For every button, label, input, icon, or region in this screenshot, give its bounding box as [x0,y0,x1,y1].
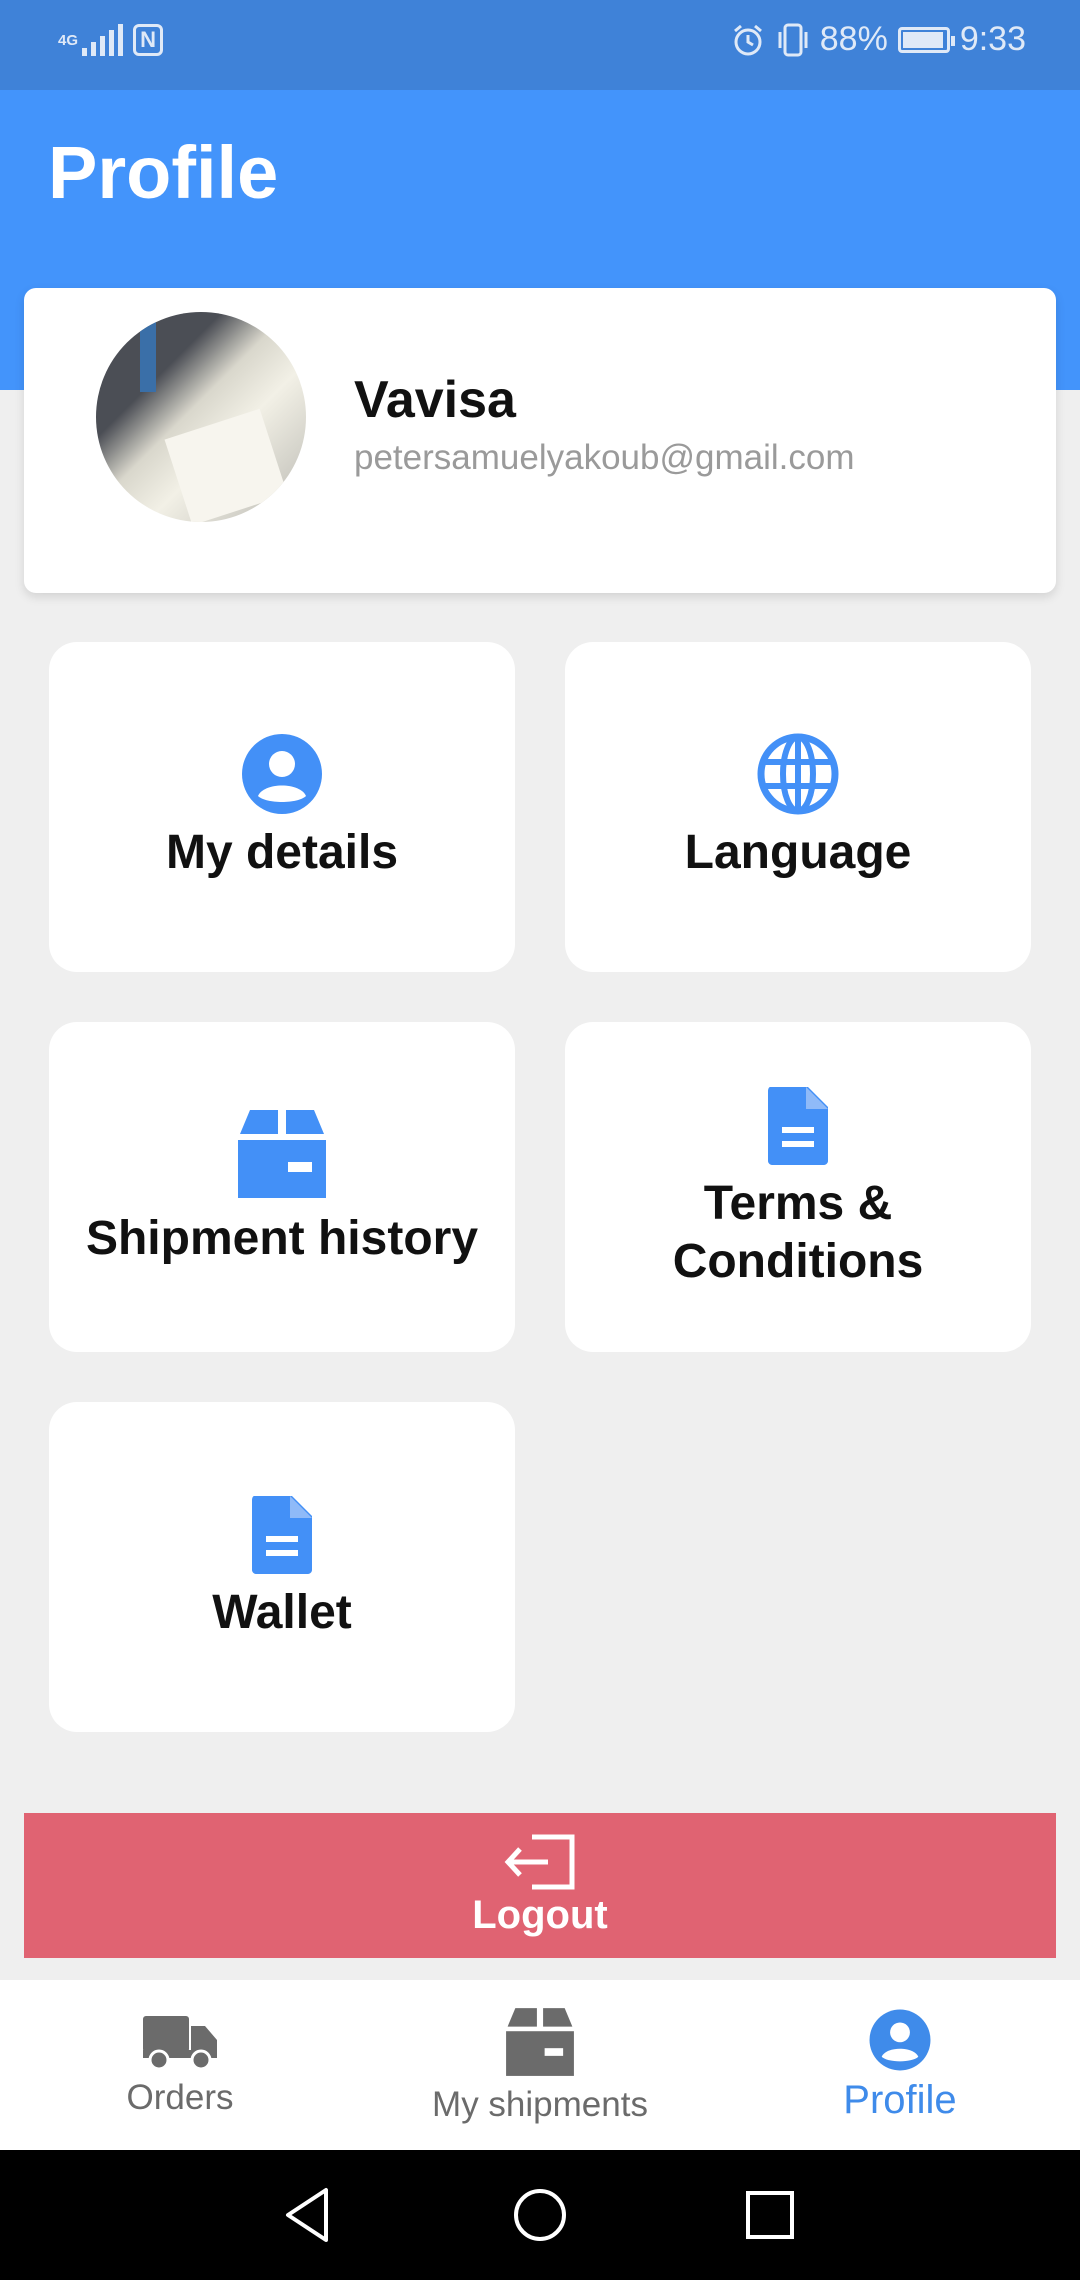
battery-percent: 88% [819,20,888,58]
alarm-icon [733,24,762,55]
battery-fill [902,31,944,48]
tile-label: Terms & Conditions [672,1177,924,1288]
status-left: 4G N [58,24,164,56]
logout-icon [504,1834,575,1890]
tile-label: My details [165,826,399,879]
nav-my-shipments[interactable]: My shipments [360,1980,720,2150]
logout-label: Logout [472,1893,608,1937]
nav-label: Profile [843,2077,957,2122]
nav-label: My shipments [432,2085,648,2124]
status-right: 88% 9:33 [730,20,1026,59]
package-icon [238,1110,326,1198]
system-nav [0,2150,1080,2280]
document-icon [768,1087,828,1165]
tile-label: Shipment history [85,1212,479,1265]
nav-profile[interactable]: Profile [720,1980,1080,2150]
profile-email: petersamuelyakoub@gmail.com [354,438,855,477]
clock: 9:33 [959,20,1026,58]
user-icon [242,734,322,814]
bottom-nav: Orders My shipments Profile [0,1980,1080,2150]
nfc-icon: N [133,24,164,56]
network-type: 4G [58,31,79,49]
tile-language[interactable]: Language [565,642,1031,972]
nav-label: Orders [126,2078,234,2117]
nav-orders[interactable]: Orders [0,1980,360,2150]
tile-my-details[interactable]: My details [49,642,515,972]
battery-icon [897,26,955,53]
package-icon [506,2008,574,2076]
status-bar: 4G N 88% 9:33 [0,0,1080,90]
recents-icon[interactable] [735,2180,805,2250]
tile-shipment-history[interactable]: Shipment history [49,1022,515,1352]
avatar[interactable] [96,312,306,522]
globe-icon [757,733,839,815]
home-icon[interactable] [505,2180,575,2250]
logout-button[interactable]: Logout [24,1813,1056,1958]
back-icon[interactable] [274,2180,344,2250]
tile-label: Wallet [212,1586,352,1639]
network-indicator: 4G [58,24,124,56]
profile-card[interactable]: Vavisa petersamuelyakoub@gmail.com [24,288,1056,593]
signal-icon [82,24,124,56]
profile-name: Vavisa [354,371,516,429]
document-icon [252,1496,312,1574]
tile-label: Language [684,826,912,879]
user-icon [869,2009,931,2070]
vibrate-icon [778,23,808,56]
tile-wallet[interactable]: Wallet [49,1402,515,1732]
tile-terms-conditions[interactable]: Terms & Conditions [565,1022,1031,1352]
truck-icon [143,2016,217,2071]
page-title: Profile [48,131,279,214]
